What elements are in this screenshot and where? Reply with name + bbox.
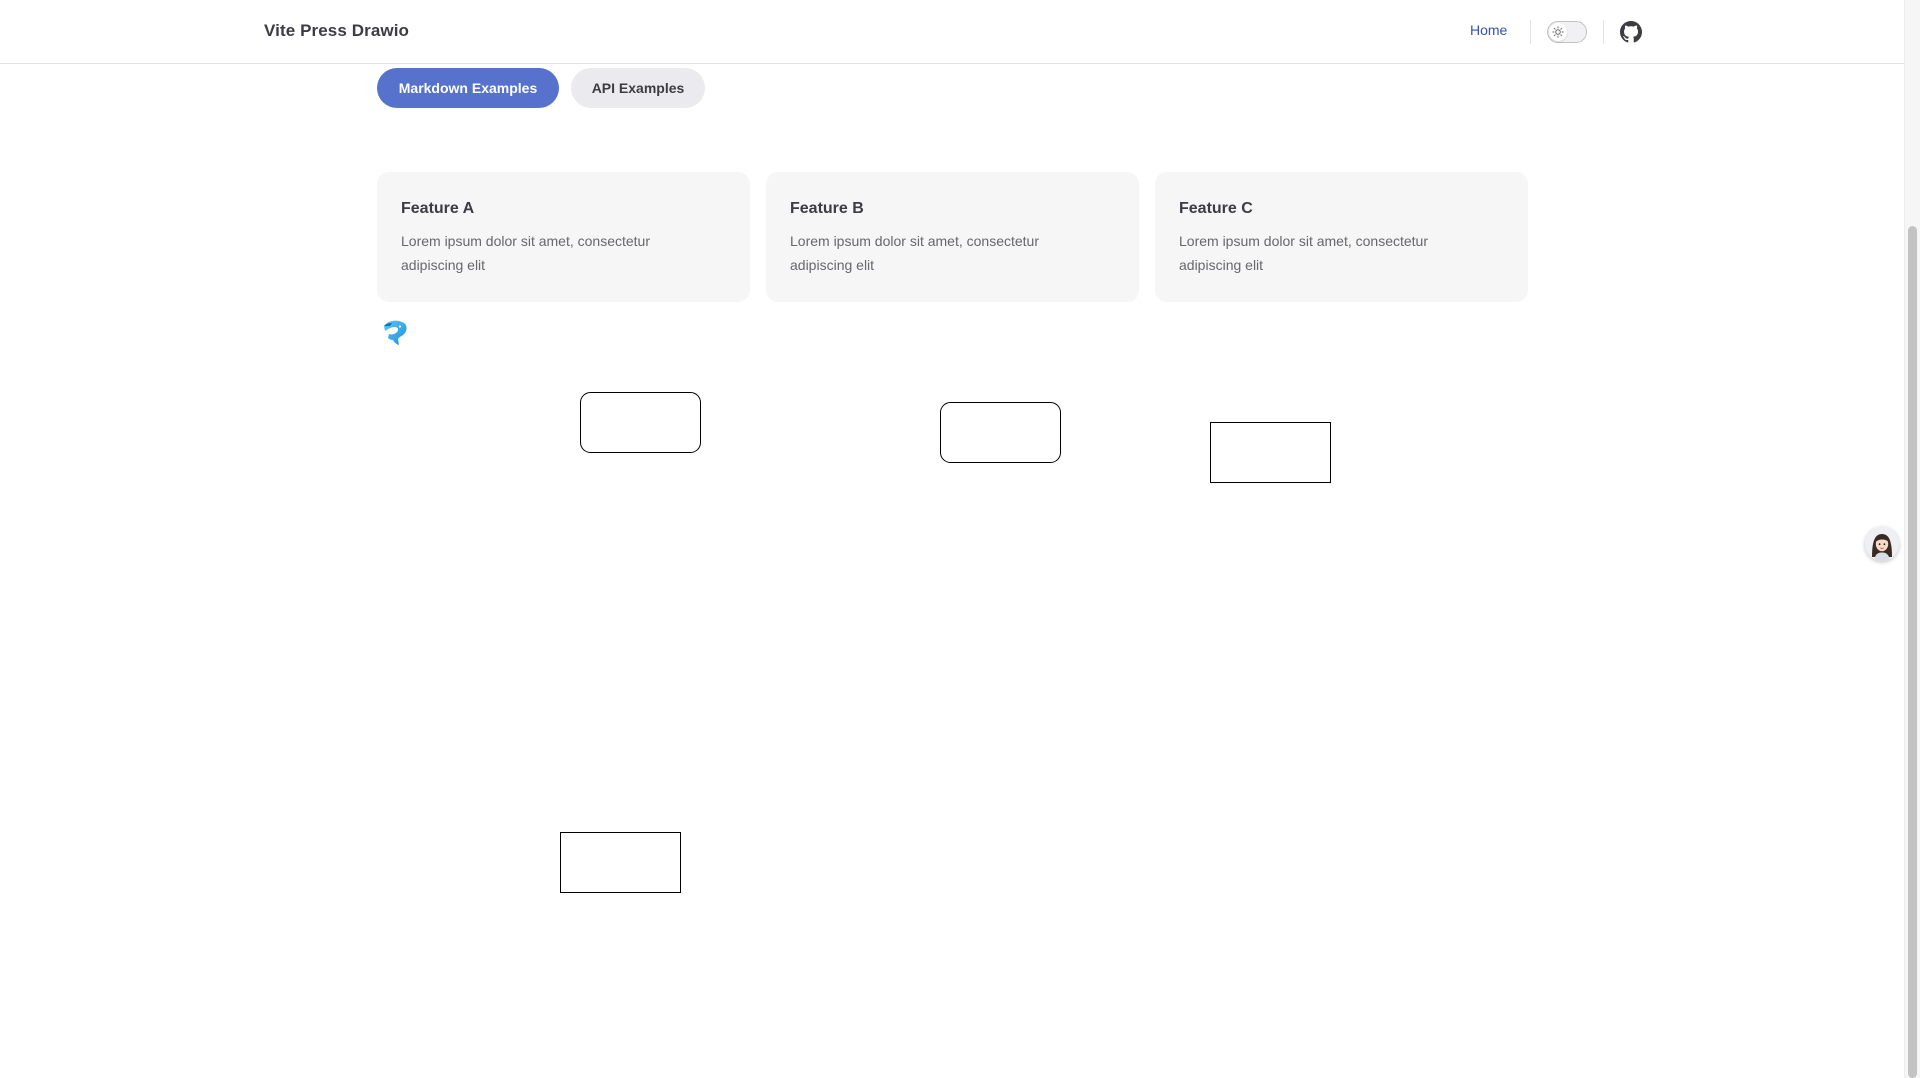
sun-icon — [1552, 26, 1564, 38]
feature-details: Lorem ipsum dolor sit amet, consectetur … — [790, 233, 1039, 273]
feature-title: Feature B — [790, 200, 864, 217]
page: Vite Press Drawio Home Markdown Examples… — [0, 0, 1920, 1078]
feature-card-a: Feature A Lorem ipsum dolor sit amet, co… — [377, 172, 750, 302]
feature-card-b: Feature B Lorem ipsum dolor sit amet, co… — [766, 172, 1139, 302]
toggle-knob — [1549, 23, 1567, 41]
diagram-rounded-rectangle[interactable] — [940, 402, 1061, 463]
nav-divider — [1603, 20, 1604, 44]
appearance-toggle[interactable] — [1547, 21, 1587, 43]
page-scrollbar[interactable] — [1904, 0, 1920, 1078]
assistant-avatar-icon[interactable] — [1865, 527, 1899, 561]
nav-link-home[interactable]: Home — [1470, 22, 1507, 38]
scrollbar-thumb[interactable] — [1908, 226, 1917, 1078]
feature-details: Lorem ipsum dolor sit amet, consectetur … — [401, 233, 650, 273]
nav-divider — [1530, 20, 1531, 44]
navbar: Vite Press Drawio Home — [0, 0, 1904, 64]
github-icon — [1620, 21, 1642, 43]
site-title[interactable]: Vite Press Drawio — [264, 21, 409, 41]
github-link[interactable] — [1620, 21, 1642, 43]
drawio-dolphin-icon[interactable] — [380, 317, 410, 349]
markdown-examples-button[interactable]: Markdown Examples — [377, 68, 559, 108]
feature-title: Feature C — [1179, 200, 1253, 217]
feature-details: Lorem ipsum dolor sit amet, consectetur … — [1179, 233, 1428, 273]
diagram-rounded-rectangle[interactable] — [580, 392, 701, 453]
diagram-rectangle[interactable] — [1210, 422, 1331, 483]
feature-card-c: Feature C Lorem ipsum dolor sit amet, co… — [1155, 172, 1528, 302]
drawio-diagram — [560, 392, 1331, 893]
api-examples-button[interactable]: API Examples — [571, 68, 705, 108]
feature-title: Feature A — [401, 200, 475, 217]
diagram-rectangle[interactable] — [560, 832, 681, 893]
